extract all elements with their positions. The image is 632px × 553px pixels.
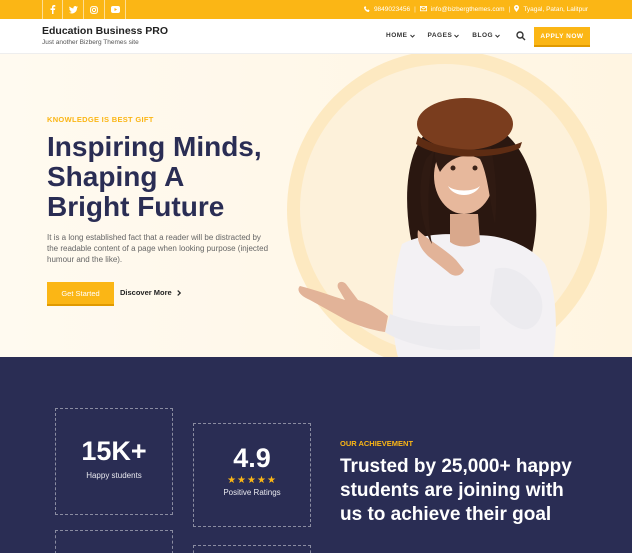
phone-icon <box>363 5 370 14</box>
nav-item-pages[interactable]: PAGES <box>428 32 460 39</box>
phone-number[interactable]: 9849023456 <box>374 6 410 13</box>
site-title[interactable]: Education Business PRO <box>42 25 168 37</box>
social-links <box>42 0 126 19</box>
star-icon: ★ <box>247 475 257 486</box>
rating-label: Positive Ratings <box>223 488 281 497</box>
rating-value: 4.9 <box>233 443 271 473</box>
hero-heading-line: Inspiring Minds, <box>47 131 262 162</box>
nav-label: PAGES <box>427 32 453 39</box>
discover-more-label: Discover More <box>120 288 172 297</box>
star-icon: ★ <box>256 475 267 486</box>
star-icon: ★ <box>227 475 238 486</box>
nav-label: HOME <box>386 32 408 39</box>
youtube-icon[interactable] <box>105 0 126 19</box>
stat-card-partial <box>193 545 311 553</box>
chevron-down-icon <box>495 34 500 38</box>
chevron-right-icon <box>176 289 181 296</box>
student-photo <box>298 98 556 358</box>
site-branding[interactable]: Education Business PRO Just another Bizb… <box>42 25 168 46</box>
rating-stars: ★★★★★ <box>194 475 310 486</box>
search-icon[interactable] <box>516 31 526 41</box>
email-icon <box>419 5 427 14</box>
main-nav: HOME PAGES BLOG <box>386 32 500 39</box>
site-header: Education Business PRO Just another Bizb… <box>0 19 632 54</box>
achievement-heading: Trusted by 25,000+ happy students are jo… <box>340 456 572 525</box>
chevron-down-icon <box>454 34 460 38</box>
site-tagline: Just another Bizberg Themes site <box>42 39 139 46</box>
twitter-icon[interactable] <box>63 0 84 19</box>
facebook-icon[interactable] <box>42 0 63 19</box>
stat-card-students: 15K+ Happy students <box>55 408 173 515</box>
top-bar: 9849023456 | info@bizbergthemes.com | Ty… <box>0 0 632 19</box>
nav-item-home[interactable]: HOME <box>386 32 415 39</box>
chevron-down-icon <box>409 34 415 38</box>
location-text: Tyagal, Patan, Lalitpur <box>523 6 588 13</box>
achievement-section: 15K+ Happy students 4.9 ★★★★★ Positive R… <box>0 357 632 553</box>
hero-heading-line: Shaping A <box>47 161 185 192</box>
instagram-icon[interactable] <box>84 0 105 19</box>
apply-now-button[interactable]: APPLY NOW <box>534 27 590 45</box>
get-started-button[interactable]: Get Started <box>47 282 114 304</box>
nav-label: BLOG <box>472 32 494 39</box>
stat-card-partial <box>55 530 173 553</box>
students-label: Happy students <box>86 471 142 480</box>
hero-section: KNOWLEDGE IS BEST GIFT Inspiring Minds, … <box>0 54 632 358</box>
discover-more-link[interactable]: Discover More <box>120 288 181 297</box>
hero-heading: Inspiring Minds, Shaping A Bright Future <box>47 132 287 222</box>
hero-description: It is a long established fact that a rea… <box>47 233 269 264</box>
contact-info: 9849023456 | info@bizbergthemes.com | Ty… <box>363 0 588 19</box>
location-icon <box>514 5 520 14</box>
nav-item-blog[interactable]: BLOG <box>472 32 500 39</box>
email-address[interactable]: info@bizbergthemes.com <box>431 6 505 13</box>
achievement-kicker: OUR ACHIEVEMENT <box>340 439 414 448</box>
stat-card-rating: 4.9 ★★★★★ Positive Ratings <box>193 423 311 527</box>
students-count: 15K+ <box>81 436 147 466</box>
hero-kicker: KNOWLEDGE IS BEST GIFT <box>47 115 154 124</box>
hero-heading-line: Bright Future <box>47 191 225 222</box>
star-icon: ★ <box>237 475 248 486</box>
star-icon: ★ <box>266 475 277 486</box>
